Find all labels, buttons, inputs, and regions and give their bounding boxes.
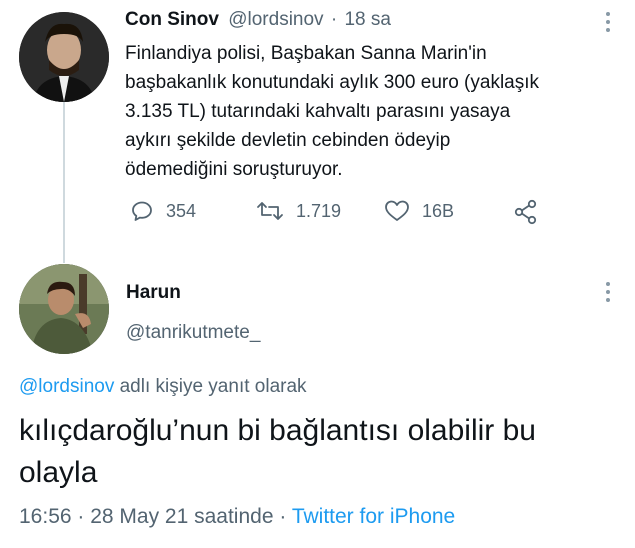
- meta-separator: ·: [279, 505, 287, 528]
- more-vertical-icon[interactable]: [606, 12, 612, 36]
- like-button[interactable]: 16B: [384, 199, 454, 223]
- reply-text-line: kılıçdaroğlu’nun bi bağlantısı olabilir …: [19, 414, 536, 447]
- tweet-meta: 16:56 · 28 May 21 saatinde · Twitter for…: [19, 505, 455, 529]
- reply-to-label: adlı kişiye yanıt olarak: [119, 376, 307, 397]
- tweet-text-line: ödemediğini soruşturuyor.: [125, 159, 343, 180]
- heart-icon: [385, 200, 409, 221]
- tweet-text-line: aykırı şekilde devletin cebinden ödeyip: [125, 130, 451, 151]
- tweet-text-line: Finlandiya polisi, Başbakan Sanna Marin'…: [125, 43, 487, 64]
- avatar[interactable]: [19, 264, 109, 354]
- retweet-button[interactable]: 1.719: [256, 199, 341, 223]
- timestamp[interactable]: 16:56 · 28 May 21 saatinde: [19, 505, 274, 528]
- author-handle[interactable]: @tanrikutmete_: [126, 322, 260, 344]
- comment-icon: [132, 201, 152, 221]
- share-button[interactable]: [513, 199, 551, 225]
- tweet-time[interactable]: 18 sa: [344, 9, 390, 30]
- reply-to-handle[interactable]: @lordsinov: [19, 376, 114, 397]
- tweet-header: Con Sinov @lordsinov · 18 sa: [125, 9, 391, 31]
- retweet-icon: [257, 202, 283, 220]
- reply-button[interactable]: 354: [130, 199, 196, 223]
- thread-connector-line: [63, 100, 65, 263]
- share-icon: [514, 199, 537, 225]
- reply-text: kılıçdaroğlu’nun bi bağlantısı olabilir …: [19, 410, 619, 494]
- retweet-count: 1.719: [296, 200, 342, 221]
- like-count: 16B: [422, 200, 455, 221]
- author-name[interactable]: Harun: [126, 282, 181, 304]
- author-name[interactable]: Con Sinov: [125, 9, 219, 30]
- reply-text-line: olayla: [19, 456, 98, 489]
- author-handle[interactable]: @lordsinov: [228, 9, 323, 30]
- tweet-text: Finlandiya polisi, Başbakan Sanna Marin'…: [125, 39, 625, 184]
- replying-to: @lordsinov adlı kişiye yanıt olarak: [19, 376, 307, 398]
- tweet-text-line: başbakanlık konutundaki aylık 300 euro (…: [125, 72, 540, 93]
- source-link[interactable]: Twitter for iPhone: [292, 505, 455, 528]
- header-separator: ·: [330, 9, 338, 30]
- tweet-text-line: 3.135 TL) tutarındaki kahvaltı parasını …: [125, 101, 511, 122]
- reply-count: 354: [166, 200, 197, 221]
- avatar[interactable]: [19, 12, 109, 102]
- more-vertical-icon[interactable]: [606, 282, 612, 306]
